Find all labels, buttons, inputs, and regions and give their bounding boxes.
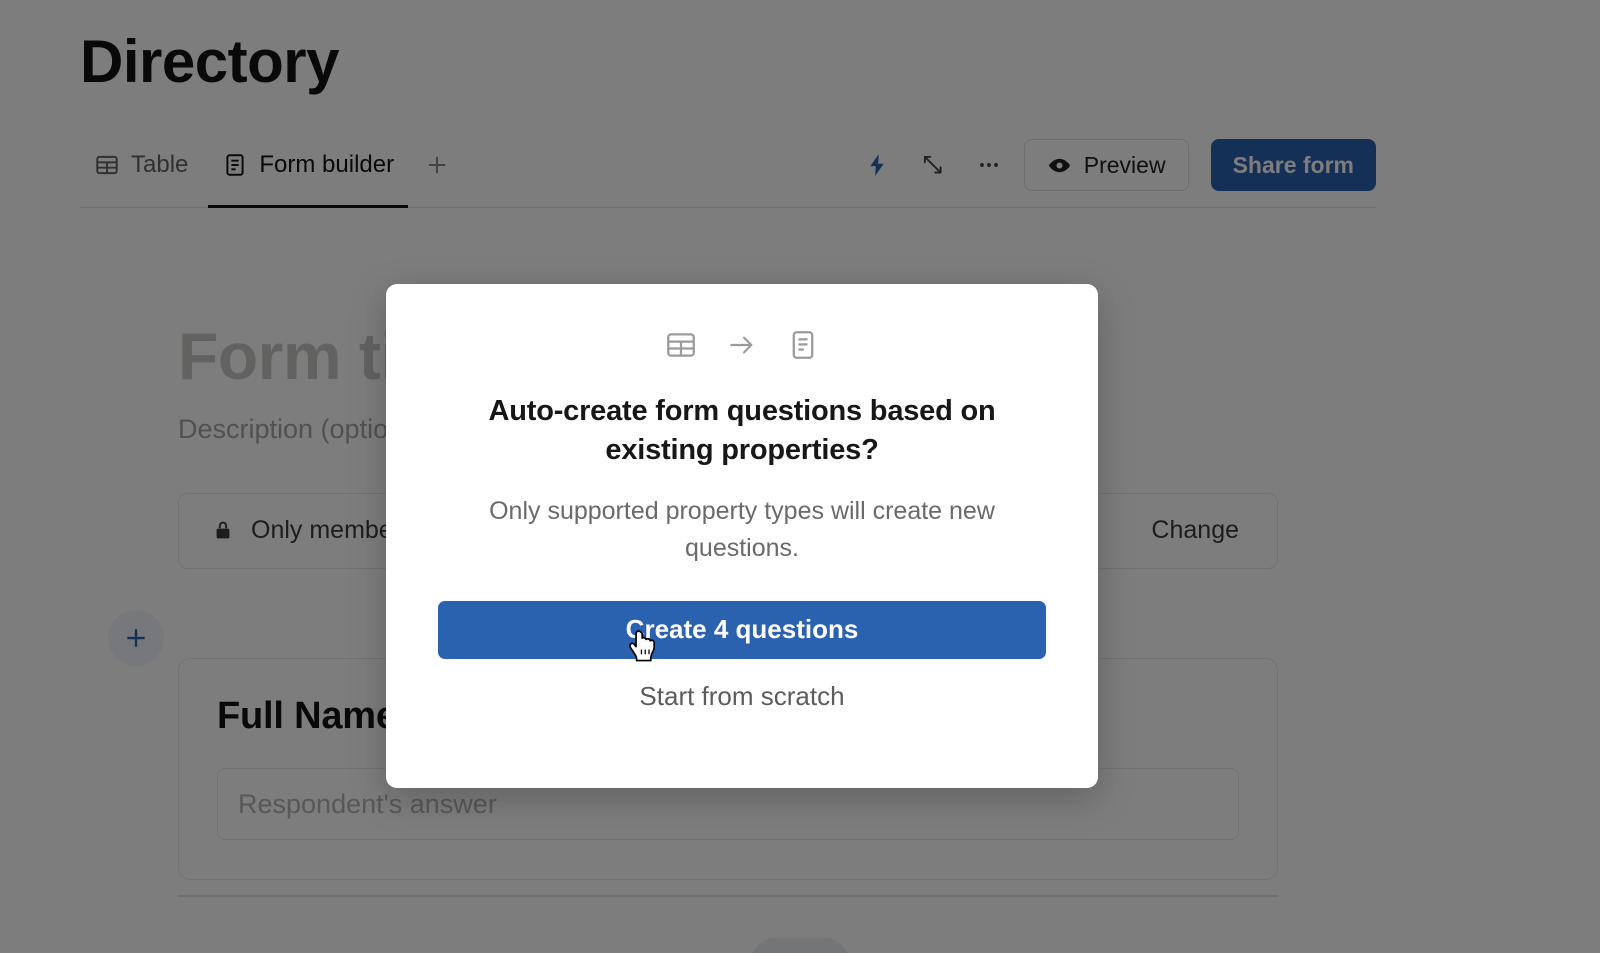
arrow-right-icon: [730, 336, 753, 354]
form-icon: [792, 331, 814, 359]
auto-create-questions-dialog: Auto-create form questions based on exis…: [386, 284, 1098, 788]
create-questions-button[interactable]: Create 4 questions: [438, 600, 1046, 659]
dialog-illustration: [664, 328, 820, 362]
start-from-scratch-button[interactable]: Start from scratch: [639, 681, 844, 712]
dialog-title: Auto-create form questions based on exis…: [488, 395, 996, 467]
table-icon: [667, 333, 695, 357]
dialog-subtitle: Only supported property types will creat…: [489, 496, 995, 563]
app-root: Directory Table: [0, 0, 1600, 953]
